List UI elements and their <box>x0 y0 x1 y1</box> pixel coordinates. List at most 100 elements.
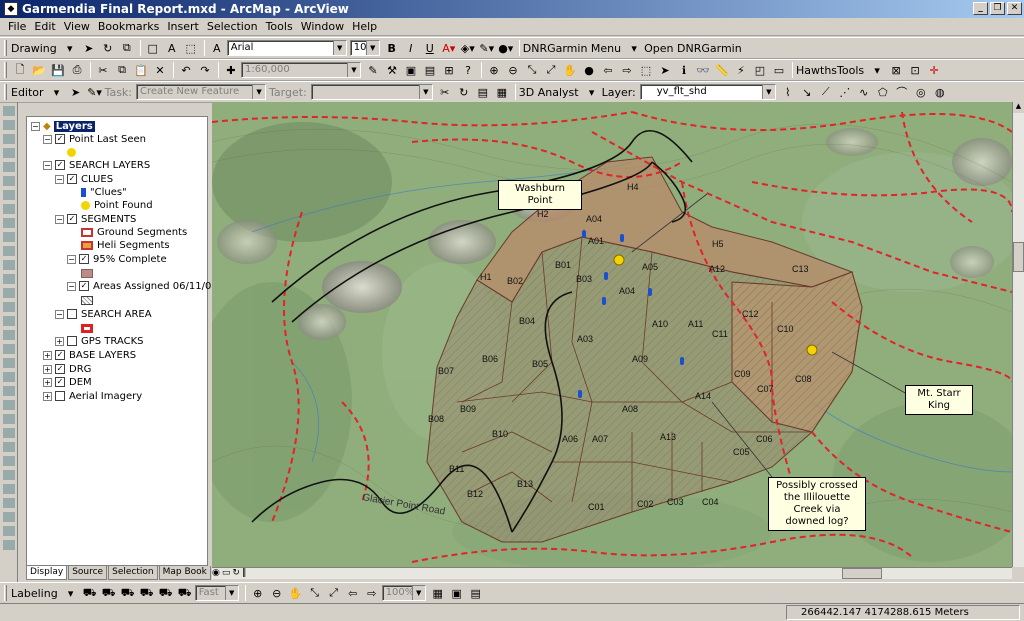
tool-icon[interactable] <box>3 442 15 452</box>
toc-item-complete[interactable]: − ✓ 95% Complete <box>67 252 167 266</box>
data-view-icon[interactable]: ◉ <box>212 568 220 578</box>
checkbox[interactable]: ✓ <box>67 174 77 184</box>
toc-root[interactable]: − ◆ Layers <box>31 119 95 133</box>
line-of-sight-icon[interactable]: ⟋ <box>817 83 835 101</box>
hyperlink-icon[interactable]: ⚡ <box>732 61 750 79</box>
layout-zoom-in-icon[interactable]: ⊕ <box>249 584 267 602</box>
whats-this-icon[interactable]: ? <box>459 61 477 79</box>
tool-icon[interactable] <box>3 190 15 200</box>
tool-icon[interactable] <box>3 414 15 424</box>
menu-view[interactable]: View <box>60 20 94 33</box>
sketch-properties-icon[interactable]: ▦ <box>493 83 511 101</box>
map-horizontal-scrollbar[interactable]: ◉ ▭ ↻ ‖ <box>212 567 1012 579</box>
arcglobe-icon[interactable]: ◍ <box>931 83 949 101</box>
find-icon[interactable]: 👓 <box>694 61 712 79</box>
checkbox[interactable] <box>55 391 65 401</box>
edit-tool-icon[interactable]: ➤ <box>67 83 85 101</box>
collapse-icon[interactable]: − <box>55 174 64 184</box>
clue-footprint-icon[interactable] <box>680 357 684 365</box>
toc-item-search-layers[interactable]: − ✓ SEARCH LAYERS <box>43 158 150 172</box>
steepest-path-icon[interactable]: ↘ <box>798 83 816 101</box>
tab-map-book[interactable]: Map Book <box>158 566 211 580</box>
model-builder-icon[interactable]: ⊞ <box>440 61 458 79</box>
tool-icon[interactable] <box>3 344 15 354</box>
tool-icon[interactable] <box>3 218 15 228</box>
tool-icon[interactable] <box>3 316 15 326</box>
expand-icon[interactable]: + <box>55 336 64 346</box>
menu-bookmarks[interactable]: Bookmarks <box>94 20 163 33</box>
tool-icon[interactable] <box>3 134 15 144</box>
cut-icon[interactable]: ✂ <box>94 61 112 79</box>
profile-graph-icon[interactable]: ⌒ <box>893 83 911 101</box>
hawths-select-icon[interactable]: ⊡ <box>906 61 924 79</box>
interpolate-polygon-icon[interactable]: ⬠ <box>874 83 892 101</box>
menu-insert[interactable]: Insert <box>163 20 203 33</box>
delete-icon[interactable]: ✕ <box>151 61 169 79</box>
undo-icon[interactable]: ↶ <box>177 61 195 79</box>
label-priority-icon[interactable]: ⛟ <box>100 584 118 602</box>
pan-icon[interactable]: ✋ <box>561 61 579 79</box>
editor-menu[interactable]: Editor <box>11 86 44 99</box>
fill-color-icon[interactable]: ◈▾ <box>459 39 477 57</box>
expand-icon[interactable]: + <box>43 391 52 401</box>
hawths-crosshair-icon[interactable]: ✛ <box>925 61 943 79</box>
point-last-seen-marker[interactable] <box>806 344 818 356</box>
scroll-up-icon[interactable]: ▲ <box>1013 102 1024 113</box>
tool-icon[interactable] <box>3 288 15 298</box>
tool-icon[interactable] <box>3 540 15 550</box>
collapse-icon[interactable]: − <box>43 134 52 144</box>
marker-color-icon[interactable]: ●▾ <box>497 39 515 57</box>
checkbox[interactable] <box>67 336 77 346</box>
tool-icon[interactable] <box>3 246 15 256</box>
tool-icon[interactable] <box>3 484 15 494</box>
tool-icon[interactable] <box>3 232 15 242</box>
collapse-icon[interactable]: − <box>55 214 64 224</box>
restore-button[interactable]: ❐ <box>990 2 1005 15</box>
pause-icon[interactable]: ‖ <box>242 568 247 578</box>
hawthstools-menu[interactable]: HawthsTools <box>796 64 864 77</box>
open-dnrgarmin-button[interactable]: Open DNRGarmin <box>644 42 742 55</box>
paste-icon[interactable]: 📋 <box>132 61 150 79</box>
interpolate-point-icon[interactable]: ⋰ <box>836 83 854 101</box>
collapse-icon[interactable]: − <box>31 121 40 131</box>
collapse-icon[interactable]: − <box>43 160 52 170</box>
checkbox[interactable]: ✓ <box>55 377 65 387</box>
contour-icon[interactable]: ⌇ <box>779 83 797 101</box>
italic-button[interactable]: I <box>402 39 420 57</box>
label-quality-select[interactable]: Fast ▼ <box>194 585 239 601</box>
tool-icon[interactable] <box>3 526 15 536</box>
checkbox[interactable]: ✓ <box>67 214 77 224</box>
split-tool-icon[interactable]: ✂ <box>436 83 454 101</box>
layout-fixed-in-icon[interactable]: ⤡ <box>306 584 324 602</box>
toc-item-dem[interactable]: + ✓ DEM <box>43 375 92 389</box>
layout-forward-icon[interactable]: ⇨ <box>363 584 381 602</box>
dnrgarmin-menu[interactable]: DNRGarmin Menu <box>523 42 621 55</box>
zoom-out-icon[interactable]: ⊖ <box>504 61 522 79</box>
clue-footprint-icon[interactable] <box>620 234 624 242</box>
back-extent-icon[interactable]: ⇦ <box>599 61 617 79</box>
tool-icon[interactable] <box>3 386 15 396</box>
close-button[interactable]: ✕ <box>1007 2 1022 15</box>
map-view[interactable]: Glacier Point Road H3 H2 H4 H5 H1 A04 A0… <box>212 102 1012 567</box>
tool-icon[interactable] <box>3 512 15 522</box>
layout-zoom-select[interactable]: 100% ▼ <box>381 585 426 601</box>
catalog-icon[interactable]: ▣ <box>402 61 420 79</box>
collapse-icon[interactable]: − <box>67 254 76 264</box>
checkbox[interactable]: ✓ <box>55 134 65 144</box>
font-size-select[interactable]: 10 ▼ <box>349 40 380 56</box>
map-scale-select[interactable]: 1:60,000 ▼ <box>241 62 361 78</box>
layout-pan-icon[interactable]: ✋ <box>287 584 305 602</box>
tool-icon[interactable] <box>3 106 15 116</box>
task-select[interactable]: Create New Feature ▼ <box>136 84 267 100</box>
arcscene-icon[interactable]: ◎ <box>912 83 930 101</box>
overview-icon[interactable]: ▭ <box>770 61 788 79</box>
tool-icon[interactable] <box>3 400 15 410</box>
save-icon[interactable]: 💾 <box>49 61 67 79</box>
editor-toolbar-icon[interactable]: ✎ <box>364 61 382 79</box>
checkbox[interactable]: ✓ <box>55 160 65 170</box>
tool-icon[interactable] <box>3 498 15 508</box>
clue-footprint-icon[interactable] <box>602 297 606 305</box>
toc-item-search-area[interactable]: − SEARCH AREA <box>55 307 152 321</box>
tool-icon[interactable] <box>3 428 15 438</box>
bold-button[interactable]: B <box>383 39 401 57</box>
